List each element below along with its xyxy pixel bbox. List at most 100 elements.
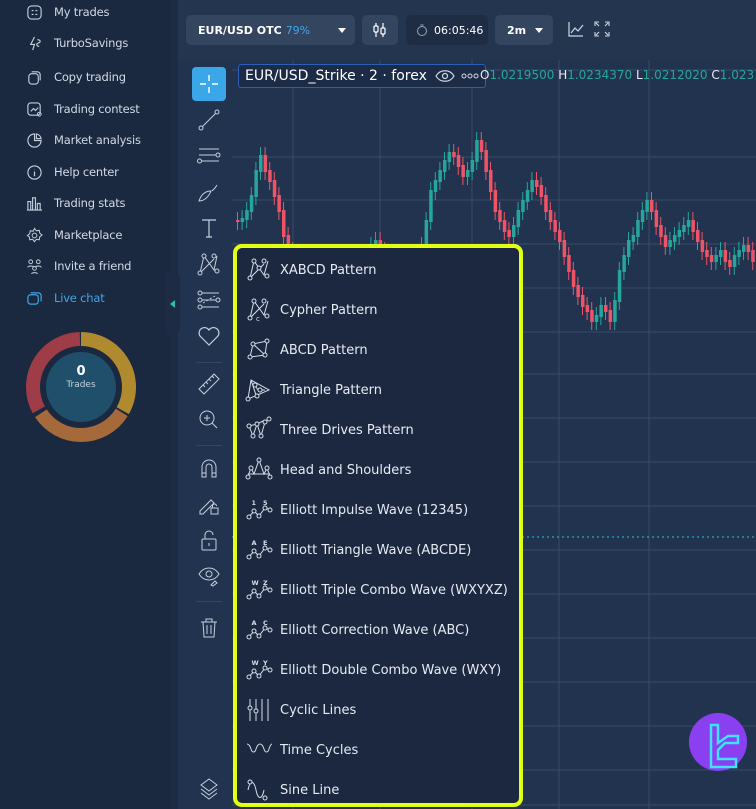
crosshair-tool[interactable] [192,67,226,101]
sidebar-item-live-chat[interactable]: Live chat [26,286,105,310]
sidebar-item-label: Market analysis [54,133,141,147]
sidebar-item-copy-trading[interactable]: Copy trading [26,65,126,89]
menu-item-abcd[interactable]: ABCD Pattern [245,331,517,369]
ruler-tool[interactable] [192,367,226,401]
menu-item-xabcd[interactable]: XABCD Pattern [245,251,517,289]
svg-text:c: c [256,315,260,323]
object-tree-tool[interactable] [192,771,226,805]
chart-type-button[interactable] [362,15,398,45]
logo-icon [709,723,740,769]
candle-body [489,170,493,192]
elliott-double-combo-icon: WY [246,659,273,680]
fib-retracement-icon [197,290,221,310]
sidebar-item-my-trades[interactable]: My trades [26,0,109,24]
candle-body [493,190,498,212]
hide-drawings-tool[interactable] [192,559,226,593]
svg-text:E: E [263,539,267,547]
menu-item-three-drives[interactable]: Three Drives Pattern [245,411,517,449]
menu-item-head-shoulders[interactable]: Head and Shoulders [245,451,517,489]
sidebar-item-trading-stats[interactable]: Trading stats [26,191,125,215]
menu-item-elliott-triple-combo[interactable]: W Z Elliott Triple Combo Wave (WXYXZ) [245,571,517,609]
pattern-icon [197,253,220,276]
menu-item-elliott-correction[interactable]: A C Elliott Correction Wave (ABC) [245,611,517,649]
delete-tool[interactable] [192,611,226,645]
candle-body [723,250,728,262]
info-icon [27,164,42,180]
lock-all-tool[interactable] [192,523,226,557]
ruler-icon [198,373,220,395]
candle-body [438,170,442,182]
menu-item-elliott-triangle[interactable]: A E Elliott Triangle Wave (ABCDE) [245,531,517,569]
menu-item-elliott-double-combo[interactable]: W Y Elliott Double Combo Wave (WXY) [245,651,517,689]
candle-body [682,225,686,232]
candle-body [475,140,479,162]
timeframe-value: 2m [507,23,527,37]
expiry-timer[interactable]: 06:05:46 [406,15,488,45]
candle-body [507,230,511,237]
users-icon [27,258,42,274]
svg-text:5: 5 [263,499,268,507]
sidebar-item-invite-friend[interactable]: Invite a friend [26,254,131,278]
menu-item-time-cycles[interactable]: Time Cycles [245,731,517,769]
magnet-tool[interactable] [192,451,226,485]
sidebar: My trades TurboSavings Copy trading Trad… [0,0,170,809]
ohlc-readout: O1.0219500 H1.0234370 L1.0212020 C1.0231… [480,68,756,82]
indicators-icon[interactable] [567,20,585,38]
sidebar-item-trading-contest[interactable]: Trading contest [26,97,140,121]
zoom-tool[interactable] [192,403,226,437]
collapse-arrow-icon[interactable] [170,300,175,308]
sidebar-item-marketplace[interactable]: Marketplace [26,223,122,247]
brush-tool[interactable] [192,175,226,209]
menu-item-triangle[interactable]: Triangle Pattern [245,371,517,409]
candle-body [236,220,240,222]
sidebar-item-label: TurboSavings [54,36,129,50]
candle-body [484,150,488,172]
candle-body [521,200,525,212]
open-value: 1.0219500 [489,68,555,82]
eye-icon[interactable] [435,69,455,83]
pie-chart-icon [27,132,42,148]
candle-body [654,210,659,227]
fib-tool[interactable] [192,283,226,317]
elliott-triangle-icon: AE [246,539,273,560]
patterns-tool[interactable] [192,247,226,281]
sine-line-icon [247,779,268,801]
candle-body [576,285,580,297]
candle-body [627,240,631,257]
sidebar-item-turbosavings[interactable]: TurboSavings [26,31,128,55]
candle-body [530,180,534,192]
favorites-tool[interactable] [192,319,226,353]
lock-drawings-tool[interactable] [192,487,226,521]
candle-body [429,190,433,222]
svg-text:A: A [252,619,257,627]
text-tool[interactable] [192,211,226,245]
trend-line-tool[interactable] [192,103,226,137]
cypher-icon: c [247,298,270,323]
menu-item-elliott-impulse[interactable]: 1 5 Elliott Impulse Wave (12345) [245,491,517,529]
menu-item-cyclic-lines[interactable]: Cyclic Lines [245,691,517,729]
trading-app: My trades TurboSavings Copy trading Trad… [0,0,756,809]
time-cycles-icon [246,743,273,753]
candle-body [705,250,709,257]
timeframe-selector[interactable]: 2m [495,15,553,45]
sidebar-item-label: Help center [54,165,119,179]
menu-item-label: Elliott Double Combo Wave (WXY) [280,662,502,678]
sidebar-item-label: Marketplace [54,228,123,242]
sidebar-item-help-center[interactable]: Help center [26,160,119,184]
menu-item-cypher[interactable]: c Cypher Pattern [245,291,517,329]
svg-text:Y: Y [262,659,268,667]
more-icon[interactable] [461,73,479,79]
asset-selector[interactable]: EUR/USD OTC 79% [186,15,355,45]
menu-item-label: Elliott Correction Wave (ABC) [280,622,470,638]
trend-line-icon [198,109,220,131]
sidebar-divider [170,0,178,809]
menu-item-label: Cyclic Lines [280,702,357,718]
parallel-channel-tool[interactable] [192,139,226,173]
sidebar-item-market-analysis[interactable]: Market analysis [26,128,141,152]
series-legend[interactable]: EUR/USD_Strike · 2 · forex [238,64,486,88]
menu-item-sine-line[interactable]: Sine Line [245,771,517,809]
asset-name: EUR/USD OTC [198,23,282,37]
fullscreen-icon[interactable] [593,20,611,38]
brush-icon [198,184,218,202]
candle-body [709,255,714,262]
